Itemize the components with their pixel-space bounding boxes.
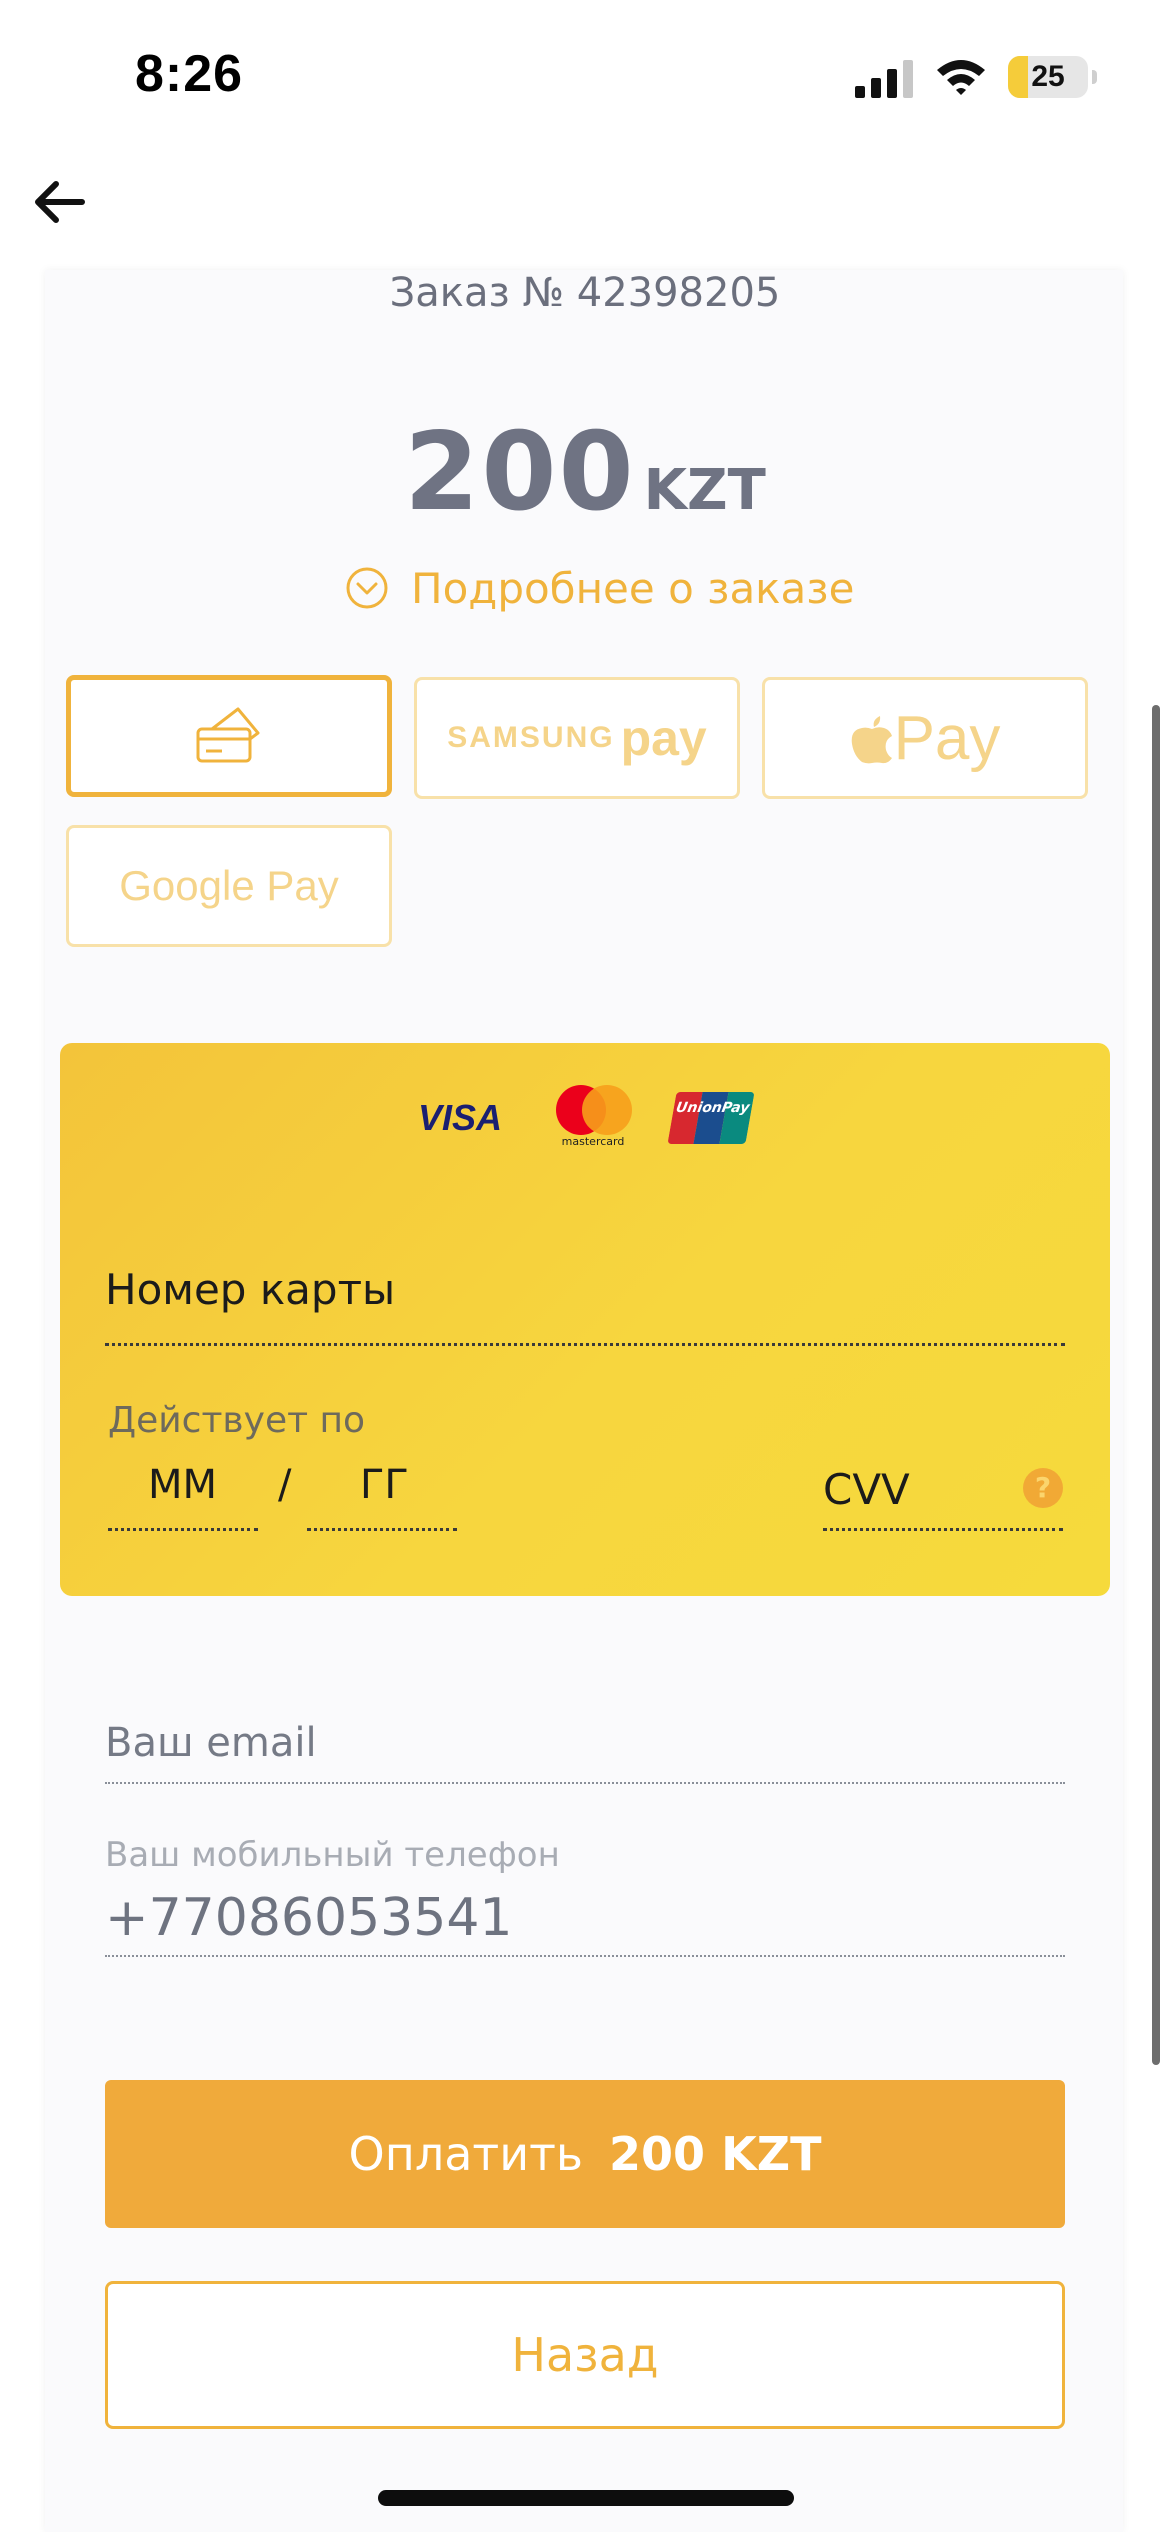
back-button[interactable]: Назад [105, 2281, 1065, 2429]
status-bar: 8:26 25 [0, 0, 1170, 150]
mastercard-logo: mastercard [548, 1085, 638, 1151]
chevron-down-circle-icon [346, 567, 388, 609]
battery-icon: 25 [1008, 56, 1097, 98]
pay-button-label: Оплатить [348, 2127, 584, 2181]
payment-method-apple-pay[interactable]: Pay [762, 677, 1088, 799]
expiry-month-underline [108, 1528, 258, 1531]
order-number: Заказ № 42398205 [389, 270, 781, 316]
card-brand-logos: VISA mastercard UnionPay [418, 1083, 758, 1153]
visa-logo: VISA [418, 1097, 503, 1138]
wifi-icon [937, 60, 985, 95]
order-details-link[interactable]: Подробнее о заказе [345, 560, 854, 616]
payment-method-card[interactable] [66, 675, 392, 797]
google-pay-text: Google Pay [119, 862, 339, 909]
email-input[interactable]: Ваш email [105, 1720, 317, 1766]
pay-button[interactable]: Оплатить 200 KZT [105, 2080, 1065, 2228]
pay-button-amount: 200 KZT [609, 2127, 822, 2181]
cvv-underline [823, 1528, 1063, 1531]
phone-label: Ваш мобильный телефон [105, 1835, 560, 1875]
payment-method-google-pay[interactable]: Google Pay [66, 825, 392, 947]
apple-logo-icon [851, 716, 892, 764]
expiry-year-underline [307, 1528, 457, 1531]
apple-pay-text: Pay [893, 703, 1001, 773]
battery-level: 25 [1031, 60, 1065, 93]
scrollbar[interactable] [1152, 705, 1160, 2065]
expiry-year-input[interactable]: ГГ [360, 1462, 409, 1508]
order-amount: 200 KZT [0, 410, 1170, 535]
samsung-pay-text: pay [620, 710, 707, 766]
mastercard-logo-text: mastercard [561, 1135, 625, 1148]
phone-underline [105, 1955, 1065, 1957]
amount-currency: KZT [643, 458, 766, 523]
samsung-logo-text: SAMSUNG [447, 721, 615, 754]
card-number-input[interactable]: Номер карты [105, 1265, 395, 1314]
home-indicator[interactable] [378, 2490, 794, 2506]
email-underline [105, 1782, 1065, 1784]
order-details-label: Подробнее о заказе [411, 563, 855, 613]
expiry-month-input[interactable]: ММ [148, 1462, 217, 1508]
expiry-label: Действует по [108, 1400, 366, 1441]
card-icon [196, 707, 260, 763]
arrow-left-icon[interactable] [30, 172, 90, 232]
card-number-underline [105, 1343, 1065, 1346]
amount-value: 200 [404, 410, 636, 535]
question-icon[interactable]: ? [1023, 1468, 1063, 1508]
unionpay-logo: UnionPay [667, 1092, 755, 1144]
cvv-input[interactable]: CVV [823, 1465, 910, 1514]
unionpay-logo-text: UnionPay [674, 1100, 751, 1116]
cellular-signal-icon [855, 60, 913, 98]
status-time: 8:26 [135, 45, 244, 103]
phone-input[interactable]: +77086053541 [105, 1888, 513, 1948]
payment-method-samsung-pay[interactable]: SAMSUNG pay [414, 677, 740, 799]
expiry-separator: / [278, 1462, 292, 1508]
